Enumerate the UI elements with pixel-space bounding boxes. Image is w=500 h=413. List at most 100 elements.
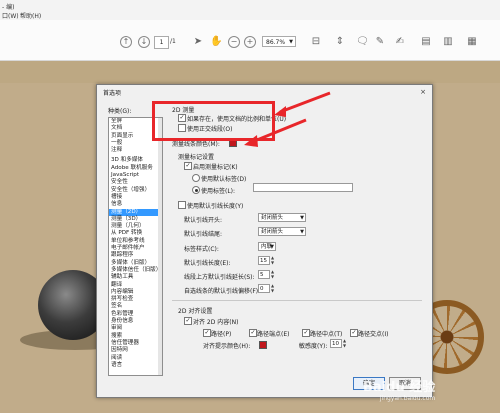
- scroll-icon[interactable]: ⇕: [334, 36, 346, 48]
- label-style-select[interactable]: 内联 ▼: [258, 242, 276, 251]
- export-icon[interactable]: ▥: [442, 36, 454, 48]
- page-number-input[interactable]: 1: [154, 36, 169, 49]
- category-item[interactable]: 注释: [109, 147, 162, 154]
- watermark-sub: jingyan.baidu.com: [379, 395, 436, 402]
- line-end-select[interactable]: 封闭箭头 ▼: [258, 227, 306, 236]
- menu-help[interactable]: 帮助(H): [20, 11, 41, 20]
- toolbar: ↑ ↓ 1 /1 ➤ ✋ − + 86.7% ▼ ⊟ ⇕ 🗨 ✎ ✍ ▤ ▥ ▦: [0, 20, 500, 61]
- category-item[interactable]: 跟踪程序: [109, 252, 162, 259]
- leader-ext-input[interactable]: 5: [258, 270, 270, 279]
- snap-endpoint-label: 路径端点(E): [257, 331, 290, 338]
- category-item[interactable]: 色彩管理: [109, 311, 162, 318]
- snap-endpoint-checkbox[interactable]: ✓: [249, 329, 257, 337]
- leader-length-spinner[interactable]: ▲ ▼: [271, 255, 275, 265]
- snap-intersection-checkbox[interactable]: ✓: [350, 329, 358, 337]
- category-item[interactable]: 单位和参考线: [109, 238, 162, 245]
- default-style-label: 使用默认引线长度(Y): [187, 203, 244, 210]
- default-label-text: 使用默认标签(D): [201, 176, 247, 183]
- share-icon[interactable]: ▦: [466, 36, 478, 48]
- dialog-title: 首选项: [103, 90, 122, 97]
- default-label-radio[interactable]: [192, 174, 200, 182]
- leader-length-input[interactable]: 15: [258, 256, 270, 265]
- sensitivity-spinner[interactable]: ▲ ▼: [343, 338, 347, 348]
- category-list[interactable]: 全屏 文档 页面显示 一般 注释 3D 和多媒体 Adobe 联机服务 JavaScript…: [108, 117, 163, 376]
- stamp-icon[interactable]: ▤: [420, 36, 432, 48]
- snap-2d-label: 对齐 2D 内容(N): [193, 319, 239, 326]
- snap-color-swatch[interactable]: [259, 341, 267, 349]
- chevron-down-icon: ▼: [300, 215, 304, 221]
- line-start-select[interactable]: 封闭箭头 ▼: [258, 213, 306, 222]
- category-item[interactable]: 语言: [109, 362, 162, 369]
- category-item[interactable]: 翻译: [109, 282, 162, 289]
- category-item[interactable]: 从 PDF 转换: [109, 230, 162, 237]
- category-item[interactable]: 测量（2D）: [109, 208, 162, 216]
- arrow-down-icon[interactable]: ↓: [138, 36, 150, 48]
- window-title: - 编): [2, 4, 15, 11]
- category-item[interactable]: Adobe 联机服务: [109, 165, 162, 172]
- watermark-text: Baidu 经验: [363, 380, 436, 395]
- label-style-label: 标签样式(C):: [184, 246, 219, 253]
- watermark: Baidu 经验 jingyan.baidu.com: [363, 376, 435, 402]
- snap-midpoint-label: 路径中点(T): [310, 331, 343, 338]
- sensitivity-label: 敏感度(Y):: [299, 343, 328, 350]
- leader-ext-label: 线段上方默认引线延长(S):: [184, 274, 255, 281]
- default-style-checkbox[interactable]: [178, 201, 186, 209]
- leader-ext-spinner[interactable]: ▲ ▼: [271, 269, 275, 279]
- leader-length-label: 默认引线长度(E):: [184, 260, 231, 267]
- category-item[interactable]: 信息: [109, 201, 162, 208]
- category-item[interactable]: 3D 和多媒体: [109, 157, 162, 164]
- snap-2d-checkbox[interactable]: ✓: [184, 317, 192, 325]
- markup-label: 启用测量标记(K): [193, 164, 238, 171]
- category-label: 种类(G):: [108, 108, 132, 115]
- close-icon[interactable]: ×: [420, 88, 426, 96]
- comment-icon[interactable]: 🗨: [356, 36, 369, 48]
- category-item[interactable]: 多媒体（旧版）: [109, 260, 162, 267]
- line-end-value: 封闭箭头: [261, 229, 284, 235]
- sensitivity-input[interactable]: 10: [330, 339, 342, 348]
- snap-section: 2D 对齐设置: [178, 308, 213, 315]
- chevron-down-icon: ▼: [289, 39, 293, 45]
- annotation-arrow-icon: [244, 118, 307, 147]
- menu-window[interactable]: 口(W): [2, 11, 19, 20]
- leader-offset-input[interactable]: 0: [258, 284, 270, 293]
- category-item[interactable]: 辅助工具: [109, 274, 162, 281]
- divider: [172, 300, 422, 301]
- cursor-icon[interactable]: ➤: [192, 36, 204, 48]
- chevron-down-icon: ▼: [270, 244, 274, 250]
- sign-icon[interactable]: ✍: [394, 36, 406, 48]
- line-start-label: 默认引线开头:: [184, 217, 223, 224]
- chevron-down-icon: ▼: [300, 229, 304, 235]
- hand-icon[interactable]: ✋: [210, 36, 222, 48]
- leader-offset-spinner[interactable]: ▲ ▼: [271, 283, 275, 293]
- arrow-up-icon[interactable]: ↑: [120, 36, 132, 48]
- markup-section: 测量标记设置: [178, 154, 215, 161]
- snap-intersection-label: 路径交点(I): [358, 331, 389, 338]
- category-item[interactable]: 阅读: [109, 355, 162, 362]
- snap-path-label: 路径(P): [211, 331, 232, 338]
- custom-label-text: 使用标签(L):: [201, 188, 236, 195]
- fit-page-icon[interactable]: ⊟: [310, 36, 322, 48]
- zoom-in-icon[interactable]: +: [244, 36, 256, 48]
- category-item[interactable]: 签名: [109, 303, 162, 310]
- pen-icon[interactable]: ✎: [374, 36, 386, 48]
- category-scrollbar[interactable]: [158, 118, 162, 375]
- zoom-value: 86.7%: [266, 39, 286, 46]
- page-total: /1: [170, 38, 176, 45]
- menu-bar: - 编) 口(W) 帮助(H) df: [0, 0, 500, 37]
- line-end-label: 默认引线结尾:: [184, 231, 223, 238]
- zoom-out-icon[interactable]: −: [228, 36, 240, 48]
- category-item[interactable]: 因特网: [109, 347, 162, 354]
- custom-label-input[interactable]: [253, 183, 353, 192]
- category-item[interactable]: 搜索: [109, 333, 162, 340]
- snap-path-checkbox[interactable]: ✓: [203, 329, 211, 337]
- markup-checkbox[interactable]: ✓: [184, 162, 192, 170]
- category-item[interactable]: 安全性: [109, 179, 162, 186]
- snap-color-label: 对齐提示颜色(H):: [203, 343, 251, 350]
- page-band: [0, 61, 500, 83]
- category-item[interactable]: 审阅: [109, 325, 162, 332]
- category-item[interactable]: 安全性（增强）: [109, 187, 162, 194]
- snap-midpoint-checkbox[interactable]: ✓: [302, 329, 310, 337]
- zoom-select[interactable]: 86.7% ▼: [262, 36, 296, 47]
- line-start-value: 封闭箭头: [261, 215, 284, 221]
- custom-label-radio[interactable]: [192, 186, 200, 194]
